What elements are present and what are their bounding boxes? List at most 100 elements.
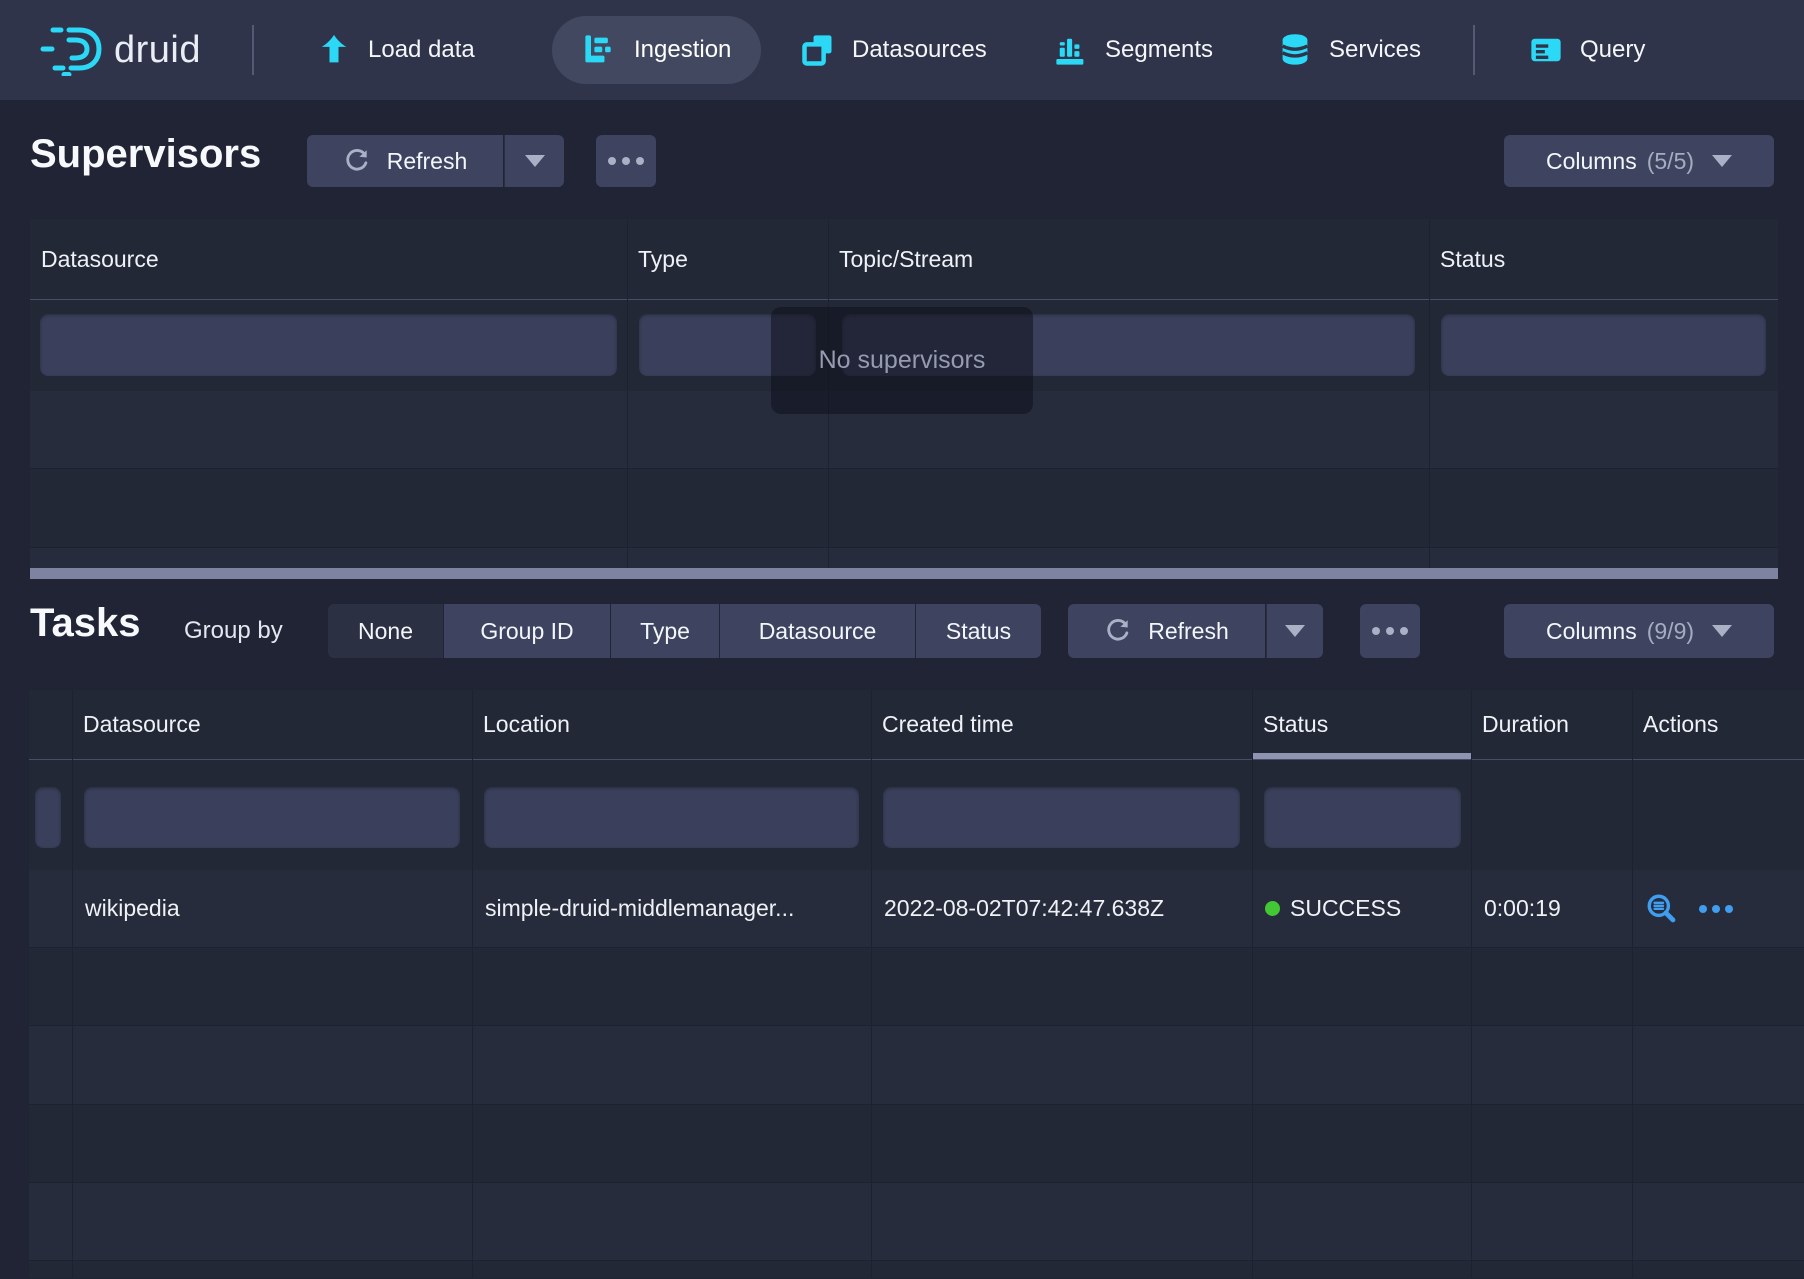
nav-divider bbox=[1473, 25, 1475, 75]
supervisors-table: Datasource Type Topic/Stream Status No s… bbox=[30, 219, 1778, 579]
druid-brand[interactable]: druid bbox=[38, 0, 201, 100]
console-icon bbox=[1528, 32, 1564, 68]
upload-icon bbox=[316, 32, 352, 68]
column-header-topic-stream[interactable]: Topic/Stream bbox=[828, 219, 1429, 299]
bar-chart-icon bbox=[1053, 32, 1089, 68]
table-row bbox=[30, 469, 1778, 548]
supervisors-table-header: Datasource Type Topic/Stream Status bbox=[30, 219, 1778, 300]
supervisors-more-button[interactable] bbox=[596, 135, 656, 187]
column-header-datasource[interactable]: Datasource bbox=[72, 690, 472, 759]
status-success-icon bbox=[1265, 901, 1280, 916]
table-row bbox=[30, 548, 1778, 568]
tasks-table-header: Datasource Location Created time Status … bbox=[29, 690, 1804, 760]
group-by-label: Group by bbox=[184, 604, 283, 658]
column-divider[interactable] bbox=[472, 690, 473, 1278]
column-header-narrow[interactable] bbox=[29, 690, 72, 759]
sort-indicator bbox=[1252, 753, 1471, 759]
group-by-group-id-button[interactable]: Group ID bbox=[444, 604, 610, 658]
druid-logo-icon bbox=[38, 24, 104, 76]
tasks-refresh-button[interactable]: Refresh bbox=[1068, 604, 1265, 658]
tasks-filter-row bbox=[29, 760, 1804, 870]
nav-item-ingestion[interactable]: Ingestion bbox=[552, 16, 761, 84]
group-by-status-button[interactable]: Status bbox=[916, 604, 1041, 658]
nav-item-segments[interactable]: Segments bbox=[1053, 0, 1213, 100]
task-detail-magnifier-icon[interactable] bbox=[1645, 892, 1679, 926]
column-divider[interactable] bbox=[1632, 690, 1633, 1278]
task-more-actions-icon[interactable] bbox=[1699, 905, 1733, 913]
column-header-created-time[interactable]: Created time bbox=[871, 690, 1252, 759]
cell-narrow bbox=[29, 870, 72, 947]
database-icon bbox=[1277, 32, 1313, 68]
nav-item-label: Query bbox=[1580, 36, 1645, 64]
table-row bbox=[29, 1183, 1804, 1261]
stack-icon bbox=[800, 32, 836, 68]
column-divider[interactable] bbox=[1252, 690, 1253, 1278]
narrow-filter-input[interactable] bbox=[35, 787, 61, 848]
table-row bbox=[29, 1261, 1804, 1279]
group-by-none-button[interactable]: None bbox=[328, 604, 443, 658]
column-header-location[interactable]: Location bbox=[472, 690, 871, 759]
columns-label: Columns bbox=[1546, 618, 1637, 645]
horizontal-scrollbar[interactable] bbox=[30, 568, 1778, 579]
nav-item-label: Ingestion bbox=[634, 36, 731, 64]
column-header-duration[interactable]: Duration bbox=[1471, 690, 1632, 759]
supervisors-refresh-button[interactable]: Refresh bbox=[307, 135, 503, 187]
tasks-table: Datasource Location Created time Status … bbox=[29, 690, 1804, 1278]
tasks-refresh-caret-button[interactable] bbox=[1266, 604, 1323, 658]
group-by-datasource-button[interactable]: Datasource bbox=[720, 604, 915, 658]
cell-created-time: 2022-08-02T07:42:47.638Z bbox=[871, 870, 1252, 947]
datasource-filter-input[interactable] bbox=[84, 787, 460, 848]
brand-name: druid bbox=[114, 29, 201, 72]
chevron-down-icon bbox=[525, 155, 545, 167]
task-row-wikipedia[interactable]: wikipedia simple-druid-middlemanager... … bbox=[29, 870, 1804, 948]
tasks-more-button[interactable] bbox=[1360, 604, 1420, 658]
nav-item-label: Segments bbox=[1105, 36, 1213, 64]
more-icon bbox=[1372, 627, 1408, 635]
datasource-filter-input[interactable] bbox=[40, 314, 617, 376]
refresh-icon bbox=[1104, 617, 1132, 645]
gantt-icon bbox=[582, 32, 618, 68]
cell-status: SUCCESS bbox=[1252, 870, 1471, 947]
column-divider[interactable] bbox=[72, 690, 73, 1278]
group-by-type-button[interactable]: Type bbox=[611, 604, 719, 658]
chevron-down-icon bbox=[1285, 625, 1305, 637]
refresh-icon bbox=[343, 147, 371, 175]
more-icon bbox=[608, 157, 644, 165]
status-filter-input[interactable] bbox=[1441, 314, 1766, 376]
column-divider[interactable] bbox=[627, 219, 628, 579]
columns-count: (9/9) bbox=[1647, 618, 1694, 645]
column-header-actions[interactable]: Actions bbox=[1632, 690, 1804, 759]
status-filter-input[interactable] bbox=[1264, 787, 1461, 848]
nav-item-label: Load data bbox=[368, 36, 475, 64]
chevron-down-icon bbox=[1712, 625, 1732, 637]
column-header-datasource[interactable]: Datasource bbox=[30, 219, 627, 299]
refresh-label: Refresh bbox=[1148, 618, 1229, 645]
column-header-type[interactable]: Type bbox=[627, 219, 828, 299]
nav-item-services[interactable]: Services bbox=[1277, 0, 1421, 100]
column-header-status[interactable]: Status bbox=[1429, 219, 1778, 299]
created-time-filter-input[interactable] bbox=[883, 787, 1240, 848]
supervisors-columns-button[interactable]: Columns (5/5) bbox=[1504, 135, 1774, 187]
supervisors-refresh-caret-button[interactable] bbox=[504, 135, 564, 187]
cell-datasource: wikipedia bbox=[72, 870, 472, 947]
nav-item-label: Services bbox=[1329, 36, 1421, 64]
location-filter-input[interactable] bbox=[484, 787, 859, 848]
column-divider[interactable] bbox=[1471, 690, 1472, 1278]
columns-label: Columns bbox=[1546, 148, 1637, 175]
tasks-columns-button[interactable]: Columns (9/9) bbox=[1504, 604, 1774, 658]
nav-item-query[interactable]: Query bbox=[1528, 0, 1645, 100]
cell-location: simple-druid-middlemanager... bbox=[472, 870, 871, 947]
nav-item-datasources[interactable]: Datasources bbox=[800, 0, 987, 100]
status-text: SUCCESS bbox=[1290, 895, 1401, 922]
column-divider[interactable] bbox=[1429, 219, 1430, 579]
columns-count: (5/5) bbox=[1647, 148, 1694, 175]
chevron-down-icon bbox=[1712, 155, 1732, 167]
nav-item-load-data[interactable]: Load data bbox=[316, 0, 475, 100]
column-divider[interactable] bbox=[871, 690, 872, 1278]
column-header-status[interactable]: Status bbox=[1252, 690, 1471, 759]
nav-item-label: Datasources bbox=[852, 36, 987, 64]
table-row bbox=[29, 1105, 1804, 1183]
cell-duration: 0:00:19 bbox=[1471, 870, 1632, 947]
tasks-title: Tasks bbox=[30, 601, 140, 646]
no-supervisors-message: No supervisors bbox=[771, 307, 1033, 414]
